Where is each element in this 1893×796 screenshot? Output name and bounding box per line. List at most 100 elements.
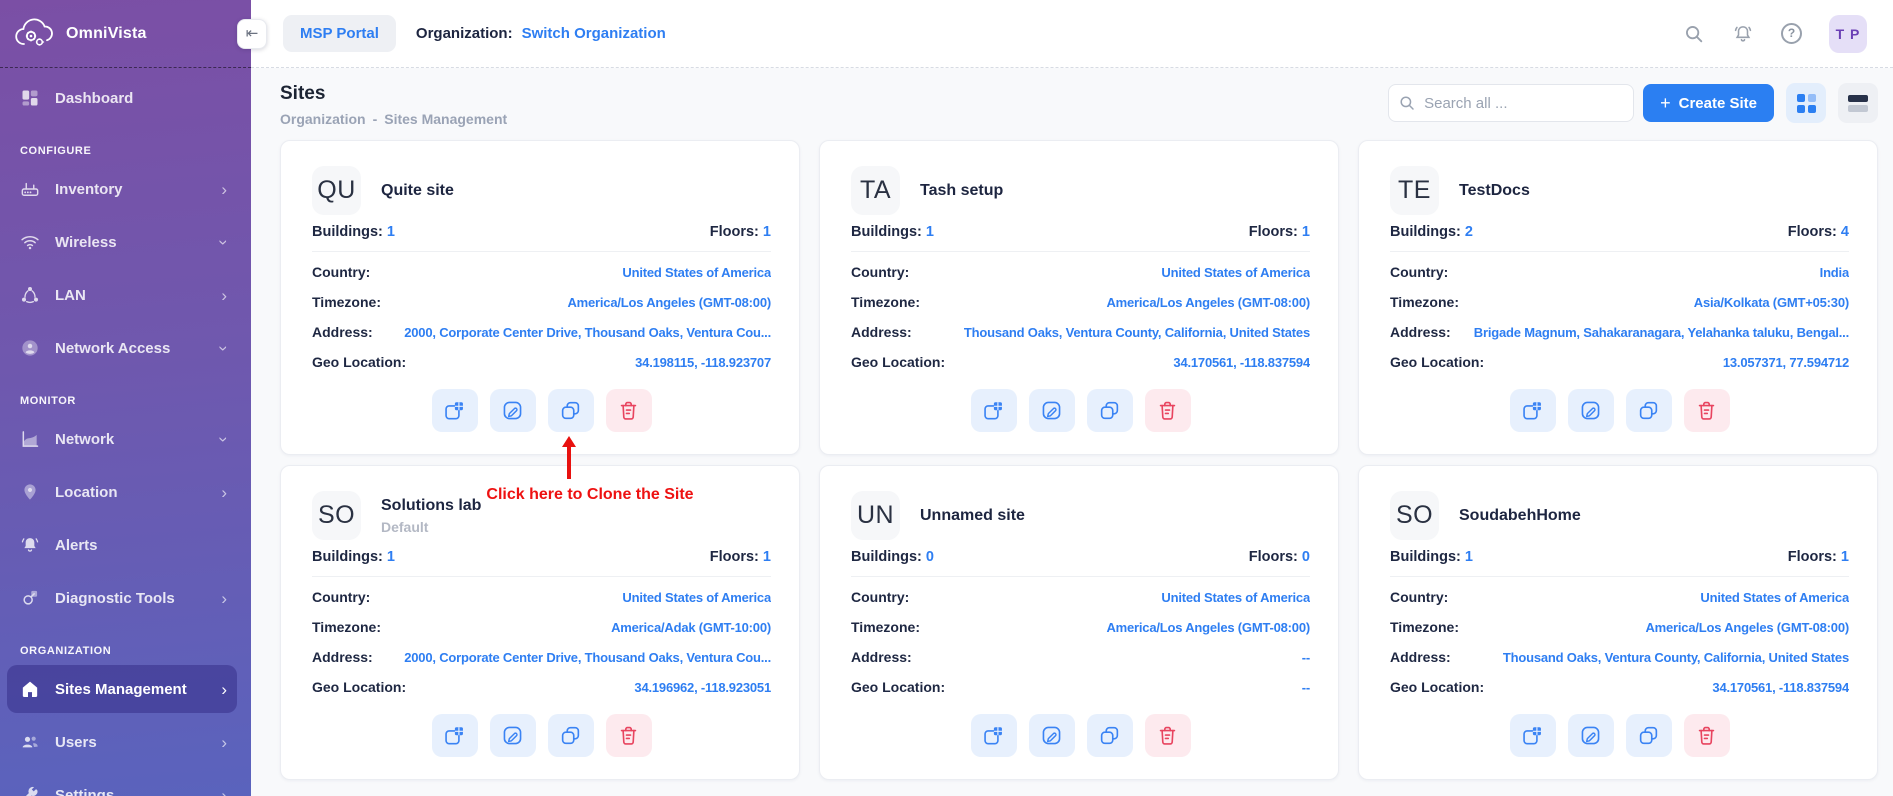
buildings-count[interactable]: 1 — [1465, 549, 1473, 565]
clone-site-button[interactable] — [1625, 714, 1672, 757]
geo-location-value[interactable]: 34.198115, -118.923707 — [418, 355, 771, 370]
geo-location-value[interactable]: 13.057371, 77.594712 — [1496, 355, 1849, 370]
country-value[interactable]: India — [1460, 265, 1849, 280]
switch-organization-link[interactable]: Switch Organization — [522, 25, 666, 42]
sidebar-collapse-button[interactable]: ⇤ — [237, 19, 267, 49]
sidebar-item-sites-management[interactable]: Sites Management › — [7, 665, 237, 713]
floors-label: Floors: — [709, 224, 759, 240]
buildings-label: Buildings: — [851, 224, 922, 240]
delete-site-button[interactable] — [605, 389, 652, 432]
timezone-label: Timezone: — [312, 619, 381, 635]
breadcrumb-organization[interactable]: Organization — [280, 111, 366, 127]
site-avatar: TE — [1390, 166, 1439, 215]
delete-site-button[interactable] — [605, 714, 652, 757]
sidebar-item-network[interactable]: Network › — [7, 415, 237, 463]
sidebar-item-location[interactable]: Location › — [7, 468, 237, 516]
buildings-count[interactable]: 1 — [926, 224, 934, 240]
address-value[interactable]: Brigade Magnum, Sahakaranagara, Yelahank… — [1463, 325, 1849, 340]
timezone-value[interactable]: America/Adak (GMT-10:00) — [393, 620, 771, 635]
floor-plans-button[interactable] — [431, 714, 478, 757]
sidebar-item-wireless[interactable]: Wireless › — [7, 218, 237, 266]
delete-site-button[interactable] — [1683, 714, 1730, 757]
clone-site-button[interactable] — [547, 389, 594, 432]
sidebar-item-alerts[interactable]: Alerts — [7, 521, 237, 569]
create-site-button[interactable]: + Create Site — [1643, 84, 1774, 122]
timezone-value[interactable]: America/Los Angeles (GMT-08:00) — [932, 620, 1310, 635]
timezone-value[interactable]: America/Los Angeles (GMT-08:00) — [932, 295, 1310, 310]
edit-icon — [1579, 399, 1602, 422]
geo-location-label: Geo Location: — [1390, 679, 1485, 695]
floors-count[interactable]: 0 — [1302, 549, 1310, 565]
geo-location-label: Geo Location: — [851, 354, 946, 370]
edit-site-button[interactable] — [1567, 714, 1614, 757]
clone-site-button[interactable] — [1086, 714, 1133, 757]
edit-site-button[interactable] — [1028, 389, 1075, 432]
chevron-right-icon: › — [221, 179, 227, 199]
edit-site-button[interactable] — [1567, 389, 1614, 432]
msp-portal-badge[interactable]: MSP Portal — [283, 15, 396, 52]
search-icon[interactable] — [1683, 23, 1705, 45]
grid-view-toggle[interactable] — [1786, 83, 1826, 123]
floors-count[interactable]: 1 — [763, 549, 771, 565]
floors-count[interactable]: 4 — [1841, 224, 1849, 240]
breadcrumb-sites-management[interactable]: Sites Management — [384, 111, 507, 127]
delete-site-button[interactable] — [1683, 389, 1730, 432]
search-input[interactable] — [1388, 84, 1635, 122]
country-value[interactable]: United States of America — [382, 590, 771, 605]
buildings-count[interactable]: 0 — [926, 549, 934, 565]
address-value[interactable]: 2000, Corporate Center Drive, Thousand O… — [385, 325, 771, 340]
sidebar-item-settings[interactable]: Settings › — [7, 771, 237, 796]
sidebar-item-network-access[interactable]: Network Access › — [7, 324, 237, 372]
floors-count[interactable]: 1 — [763, 224, 771, 240]
buildings-count[interactable]: 1 — [387, 549, 395, 565]
floor-plans-button[interactable] — [1509, 389, 1556, 432]
geo-location-value[interactable]: 34.170561, -118.837594 — [957, 355, 1310, 370]
timezone-value[interactable]: America/Los Angeles (GMT-08:00) — [393, 295, 771, 310]
geo-location-value[interactable]: 34.170561, -118.837594 — [1496, 680, 1849, 695]
sidebar-item-dashboard[interactable]: Dashboard — [7, 74, 237, 122]
buildings-label: Buildings: — [1390, 224, 1461, 240]
edit-site-button[interactable] — [1028, 714, 1075, 757]
address-value[interactable]: Thousand Oaks, Ventura County, Californi… — [1463, 650, 1849, 665]
delete-site-button[interactable] — [1144, 389, 1191, 432]
country-value[interactable]: United States of America — [1460, 590, 1849, 605]
floor-plans-button[interactable] — [970, 714, 1017, 757]
floor-plans-button[interactable] — [431, 389, 478, 432]
delete-site-button[interactable] — [1144, 714, 1191, 757]
floors-count[interactable]: 1 — [1302, 224, 1310, 240]
edit-icon — [1040, 399, 1063, 422]
country-value[interactable]: United States of America — [921, 590, 1310, 605]
timezone-value[interactable]: America/Los Angeles (GMT-08:00) — [1471, 620, 1849, 635]
floors-count[interactable]: 1 — [1841, 549, 1849, 565]
help-icon[interactable]: ? — [1781, 23, 1802, 44]
address-value[interactable]: 2000, Corporate Center Drive, Thousand O… — [385, 650, 771, 665]
address-value[interactable]: Thousand Oaks, Ventura County, Californi… — [924, 325, 1310, 340]
geo-location-value[interactable]: 34.196962, -118.923051 — [418, 680, 771, 695]
clone-site-button[interactable] — [1086, 389, 1133, 432]
buildings-count[interactable]: 1 — [387, 224, 395, 240]
geo-location-value[interactable]: -- — [957, 680, 1310, 695]
timezone-value[interactable]: Asia/Kolkata (GMT+05:30) — [1471, 295, 1849, 310]
sidebar-item-users[interactable]: Users › — [7, 718, 237, 766]
notifications-bell-icon[interactable] — [1732, 23, 1754, 45]
user-avatar[interactable]: T P — [1829, 14, 1867, 53]
sidebar-item-lan[interactable]: LAN › — [7, 271, 237, 319]
floorplan-icon — [443, 724, 466, 747]
list-view-toggle[interactable] — [1838, 83, 1878, 123]
clone-site-button[interactable] — [1625, 389, 1672, 432]
clone-icon — [1637, 399, 1660, 422]
omnivista-cloud-logo-icon — [14, 17, 54, 51]
country-value[interactable]: United States of America — [382, 265, 771, 280]
sidebar-item-diagnostic-tools[interactable]: Diagnostic Tools › — [7, 574, 237, 622]
address-value[interactable]: -- — [924, 650, 1310, 665]
sidebar-nav: Dashboard CONFIGURE Inventory › Wireless… — [0, 68, 251, 796]
floor-plans-button[interactable] — [970, 389, 1017, 432]
country-value[interactable]: United States of America — [921, 265, 1310, 280]
buildings-count[interactable]: 2 — [1465, 224, 1473, 240]
edit-site-button[interactable] — [489, 389, 536, 432]
floor-plans-button[interactable] — [1509, 714, 1556, 757]
site-name: Quite site — [381, 181, 454, 199]
clone-site-button[interactable] — [547, 714, 594, 757]
sidebar-item-inventory[interactable]: Inventory › — [7, 165, 237, 213]
edit-site-button[interactable] — [489, 714, 536, 757]
